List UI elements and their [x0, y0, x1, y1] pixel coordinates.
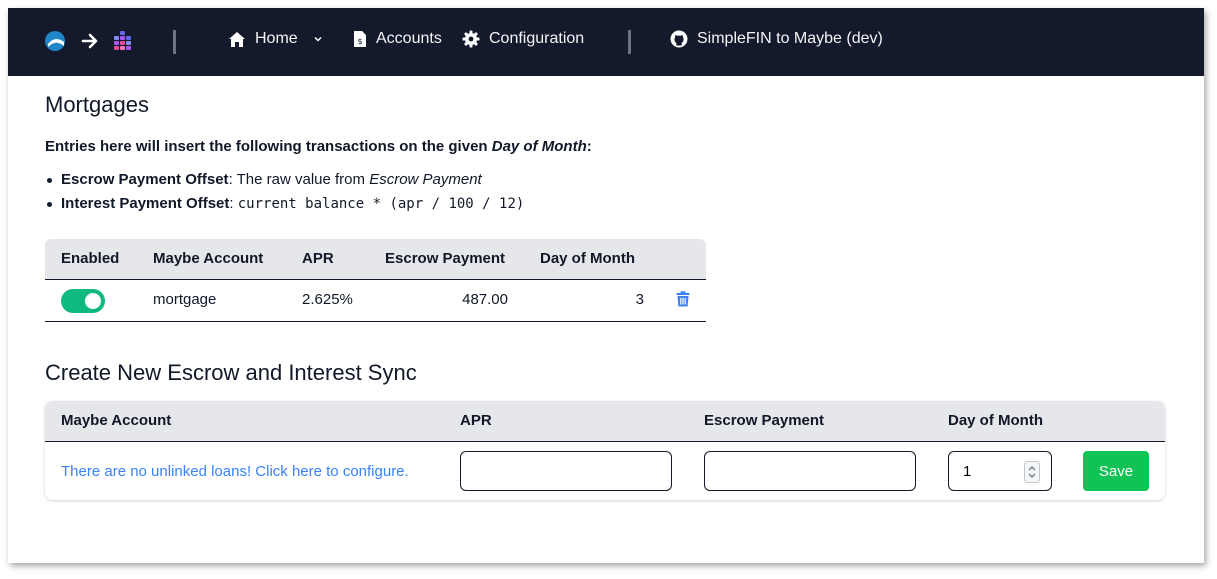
spinner-arrows-icon [1028, 466, 1036, 478]
intro-emphasis: Day of Month [491, 138, 587, 155]
svg-text:$: $ [357, 37, 362, 46]
arrow-right-icon [81, 33, 98, 49]
bullet-text: : [229, 195, 238, 212]
enabled-toggle[interactable] [61, 289, 105, 313]
section-title: Create New Escrow and Interest Sync [45, 360, 417, 385]
number-spinner[interactable] [1024, 461, 1040, 483]
apr-input[interactable] [460, 451, 672, 491]
column-header: APR [302, 250, 334, 267]
chevron-down-icon [314, 36, 322, 42]
column-header: Escrow Payment [704, 412, 825, 429]
formula-code: current balance * (apr / 100 / 12) [237, 196, 525, 212]
trash-icon[interactable] [676, 291, 690, 307]
bullet-term: Escrow Payment Offset [61, 171, 229, 188]
column-header: Day of Month [540, 250, 635, 267]
column-header: Maybe Account [153, 250, 264, 267]
page-title: Mortgages [45, 92, 149, 117]
toggle-knob [85, 293, 101, 309]
create-sync-card: Maybe Account APR Escrow Payment Day of … [45, 401, 1165, 500]
nav-configuration-label: Configuration [489, 30, 585, 47]
home-icon [229, 31, 245, 47]
page-container: Home $ Accounts Configuration SimpleFIN … [8, 8, 1204, 563]
intro-prefix: Entries here will insert the following t… [45, 138, 492, 155]
list-item: Escrow Payment Offset: The raw value fro… [45, 168, 524, 192]
intro-text: Entries here will insert the following t… [45, 138, 592, 155]
day-cell: 3 [635, 291, 644, 308]
top-navbar: Home $ Accounts Configuration SimpleFIN … [8, 8, 1204, 76]
table-header: Maybe Account APR Escrow Payment Day of … [45, 401, 1165, 442]
maybe-logo-icon [114, 31, 131, 50]
nav-divider [628, 30, 631, 54]
github-icon [670, 30, 688, 48]
file-invoice-dollar-icon: $ [354, 31, 366, 47]
nav-accounts[interactable]: $ Accounts [353, 30, 442, 48]
gear-icon [462, 30, 480, 48]
configure-loans-link[interactable]: There are no unlinked loans! Click here … [61, 463, 409, 480]
escrow-cell: 487.00 [462, 291, 508, 308]
account-cell: mortgage [153, 291, 217, 308]
nav-repo-link[interactable]: SimpleFIN to Maybe (dev) [670, 30, 883, 48]
nav-repo-label: SimpleFIN to Maybe (dev) [697, 30, 883, 47]
save-button[interactable]: Save [1083, 451, 1149, 491]
nav-accounts-label: Accounts [376, 30, 442, 47]
column-header: Escrow Payment [385, 250, 506, 267]
escrow-payment-input[interactable] [704, 451, 916, 491]
column-header: Maybe Account [61, 412, 172, 429]
nav-home[interactable]: Home [228, 30, 323, 48]
day-of-month-field[interactable] [948, 451, 1052, 491]
nav-home-label: Home [255, 30, 298, 47]
bullet-text: : The raw value from [228, 171, 370, 188]
intro-suffix: : [586, 138, 592, 155]
mortgages-table: Enabled Maybe Account APR Escrow Payment… [45, 239, 706, 322]
nav-configuration[interactable]: Configuration [462, 30, 584, 48]
column-header: APR [460, 412, 492, 429]
apr-cell: 2.625% [302, 291, 353, 308]
column-header: Enabled [61, 250, 120, 267]
bullet-emphasis: Escrow Payment [369, 171, 482, 188]
list-item: Interest Payment Offset: current balance… [45, 192, 524, 216]
table-header: Enabled Maybe Account APR Escrow Payment… [45, 239, 706, 280]
bullet-term: Interest Payment Offset [61, 195, 230, 212]
offset-list: Escrow Payment Offset: The raw value fro… [45, 168, 524, 216]
nav-divider [173, 30, 176, 54]
simplefin-logo-icon [45, 31, 65, 51]
brand-logos[interactable] [44, 30, 134, 52]
column-header: Day of Month [948, 412, 1043, 429]
